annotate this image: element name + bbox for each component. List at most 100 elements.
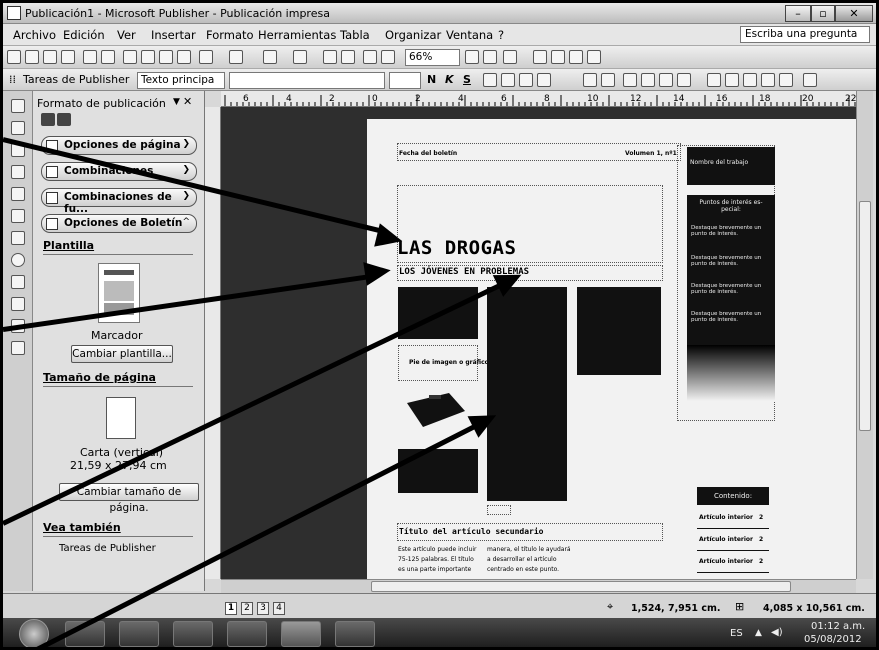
section-newsletter-options[interactable]: Opciones de Boletín ^ — [41, 214, 197, 233]
arrow-style-icon[interactable] — [743, 73, 757, 87]
zoom-out-icon[interactable] — [465, 50, 479, 64]
frame-prev-icon[interactable] — [569, 50, 583, 64]
contents-row[interactable]: Artículo interior 2 — [697, 531, 769, 551]
forward-icon[interactable] — [57, 113, 71, 126]
more-options-icon[interactable] — [803, 73, 817, 87]
redo-icon[interactable] — [229, 50, 243, 64]
rotate-left-icon[interactable] — [761, 73, 775, 87]
page-tab-3[interactable]: 3 — [257, 602, 269, 615]
menu-insertar[interactable]: Insertar — [151, 28, 196, 42]
interest-title[interactable]: Puntos de interés es-pecial: — [691, 199, 771, 213]
3d-icon[interactable] — [659, 73, 673, 87]
open-icon[interactable] — [25, 50, 39, 64]
minimize-button[interactable]: – — [785, 5, 811, 22]
italic-button[interactable]: K — [445, 73, 454, 86]
line-spacing-icon[interactable] — [519, 73, 533, 87]
menu-tabla[interactable]: Tabla — [340, 28, 370, 42]
shadow-icon[interactable] — [641, 73, 655, 87]
newsletter-page[interactable]: Fecha del boletín Volumen 1, nº1 LAS DRO… — [367, 119, 856, 579]
volume-number[interactable]: Volumen 1, nº1 — [625, 150, 677, 157]
align-left-icon[interactable] — [483, 73, 497, 87]
print-preview-icon[interactable] — [83, 50, 97, 64]
format-painter-icon[interactable] — [177, 50, 191, 64]
picture-icon[interactable] — [341, 50, 355, 64]
menu-organizar[interactable]: Organizar — [385, 28, 441, 42]
contents-row[interactable]: Artículo interior 2 — [697, 509, 769, 529]
picture-frame-icon[interactable] — [11, 187, 25, 201]
publisher-taskbar-icon[interactable] — [281, 621, 321, 647]
link-frames-icon[interactable] — [533, 50, 547, 64]
text-box-icon[interactable] — [583, 73, 597, 87]
save-icon[interactable] — [43, 50, 57, 64]
arrow-tool-icon[interactable] — [11, 231, 25, 245]
underline-button[interactable]: S — [463, 73, 471, 86]
design-gallery-icon[interactable] — [11, 341, 25, 355]
center-icon[interactable] — [501, 73, 515, 87]
interest-item[interactable]: Destaque brevemente un punto de interés. — [691, 311, 771, 323]
publisher-app-icon[interactable] — [7, 6, 21, 20]
page-size-thumbnail[interactable] — [106, 397, 136, 439]
printer-taskbar-icon[interactable] — [173, 621, 213, 647]
menu-herramientas[interactable]: Herramientas — [258, 28, 336, 42]
interest-item[interactable]: Destaque brevemente un punto de interés. — [691, 225, 771, 237]
library-taskbar-icon[interactable] — [227, 621, 267, 647]
headline[interactable]: LAS DROGAS — [397, 237, 516, 259]
bulletin-date[interactable]: Fecha del boletín — [399, 150, 457, 157]
section-font-schemes[interactable]: Combinaciones de fu... ❯ — [41, 188, 197, 215]
secondary-column-1[interactable]: Este artículo puede incluir 75-125 palab… — [398, 545, 482, 575]
rotate-icon[interactable] — [293, 50, 307, 64]
close-button[interactable]: ✕ — [835, 5, 873, 22]
continue-marker[interactable] — [487, 505, 511, 515]
article-column-2[interactable] — [487, 287, 567, 501]
print-icon[interactable] — [61, 50, 75, 64]
zoom-select[interactable]: 66% — [405, 49, 460, 66]
word-taskbar-icon[interactable] — [335, 621, 375, 647]
new-icon[interactable] — [7, 50, 21, 64]
help-icon[interactable] — [503, 50, 517, 64]
undo-icon[interactable] — [199, 50, 213, 64]
maximize-button[interactable]: ▫ — [811, 5, 835, 22]
pencil-icon[interactable] — [779, 73, 793, 87]
line-color-icon[interactable] — [623, 73, 637, 87]
zoom-in-icon[interactable] — [483, 50, 497, 64]
menu-ver[interactable]: Ver — [117, 28, 136, 42]
spelling-icon[interactable] — [101, 50, 115, 64]
publisher-tasks-button[interactable]: Tareas de Publisher — [23, 73, 129, 86]
hyperlink-icon[interactable] — [323, 50, 337, 64]
rectangle-tool-icon[interactable] — [11, 275, 25, 289]
select-pointer-icon[interactable] — [11, 99, 25, 113]
scroll-thumb[interactable] — [859, 201, 871, 431]
work-name[interactable]: Nombre del trabajo — [690, 159, 748, 166]
menu-help[interactable]: ? — [498, 28, 504, 42]
language-indicator[interactable]: ES — [730, 628, 743, 639]
columns-icon[interactable] — [363, 50, 377, 64]
cut-icon[interactable] — [123, 50, 137, 64]
menu-edicion[interactable]: Edición — [63, 28, 105, 42]
unlink-frames-icon[interactable] — [551, 50, 565, 64]
font-size-select[interactable] — [389, 72, 421, 89]
change-template-button[interactable]: Cambiar plantilla... — [71, 345, 173, 363]
contents-row[interactable]: Artículo interior 2 — [697, 553, 769, 573]
ask-question-box[interactable]: Escriba una pregunta — [740, 26, 870, 43]
media-player-taskbar-icon[interactable] — [119, 621, 159, 647]
paste-icon[interactable] — [159, 50, 173, 64]
font-select[interactable] — [229, 72, 385, 89]
clock-date[interactable]: 05/08/2012 — [804, 634, 862, 645]
page-tab-1[interactable]: 1 — [225, 602, 237, 615]
menu-ventana[interactable]: Ventana — [446, 28, 493, 42]
line-tool-icon[interactable] — [11, 209, 25, 223]
secondary-column-2[interactable]: manera, el título le ayudará a desarroll… — [487, 545, 571, 575]
tray-arrow-icon[interactable]: ▲ — [755, 628, 762, 638]
fill-color-icon[interactable] — [601, 73, 615, 87]
interest-item[interactable]: Destaque brevemente un punto de interés. — [691, 283, 771, 295]
task-pane-dropdown-icon[interactable]: ▼ — [173, 97, 180, 107]
work-name-box[interactable] — [687, 147, 775, 185]
back-icon[interactable] — [41, 113, 55, 126]
horizontal-scrollbar[interactable] — [221, 579, 856, 593]
page-tab-4[interactable]: 4 — [273, 602, 285, 615]
copy-icon[interactable] — [141, 50, 155, 64]
clock-time[interactable]: 01:12 a.m. — [811, 621, 865, 632]
bring-front-icon[interactable] — [263, 50, 277, 64]
oval-tool-icon[interactable] — [11, 253, 25, 267]
menu-archivo[interactable]: Archivo — [13, 28, 56, 42]
